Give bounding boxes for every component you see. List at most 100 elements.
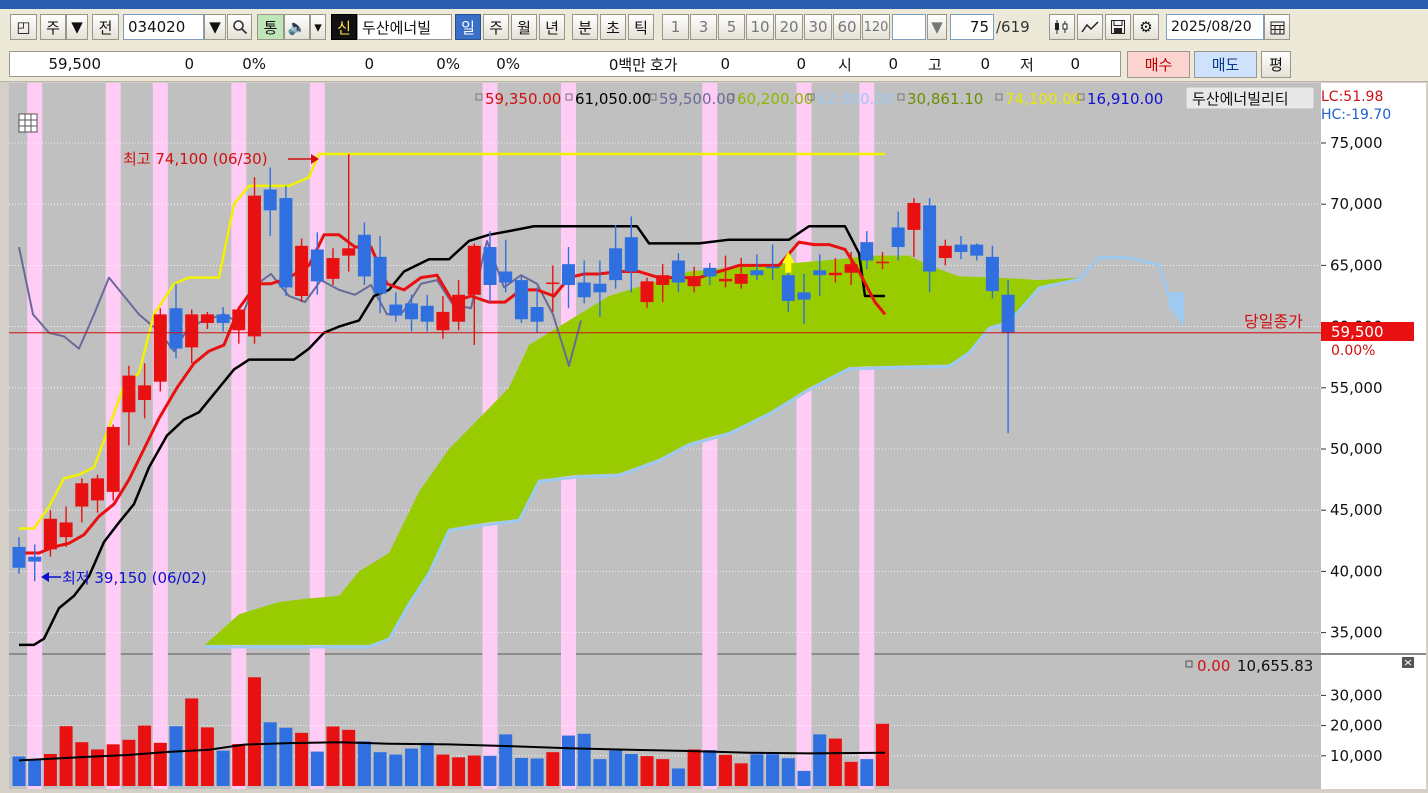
grid-toggle-icon[interactable] bbox=[18, 113, 38, 133]
volume-bar bbox=[153, 742, 167, 786]
lc-value: LC:51.98 bbox=[1321, 89, 1383, 105]
candle-body bbox=[499, 271, 513, 283]
candle-body bbox=[609, 248, 623, 281]
save-icon[interactable] bbox=[1105, 14, 1131, 40]
volume-bar bbox=[106, 744, 120, 786]
volume-bar bbox=[248, 677, 261, 786]
volume-bar bbox=[671, 768, 685, 786]
calendar-icon[interactable] bbox=[1264, 14, 1290, 40]
price-tick-label: 50,000 bbox=[1330, 440, 1383, 458]
tab-year[interactable]: 년 bbox=[539, 14, 565, 40]
highlight-column bbox=[27, 83, 43, 789]
tab-month[interactable]: 월 bbox=[511, 14, 537, 40]
volume-bar bbox=[797, 770, 811, 786]
volume-bar bbox=[59, 726, 73, 786]
new-badge[interactable]: 신 bbox=[331, 14, 357, 40]
volume-bar bbox=[656, 759, 670, 786]
candle-body bbox=[734, 273, 748, 284]
candle-body bbox=[703, 267, 717, 277]
sell-button[interactable]: 매도 bbox=[1194, 51, 1257, 78]
interval-10[interactable]: 10 bbox=[746, 14, 774, 40]
interval-1[interactable]: 1 bbox=[662, 14, 689, 40]
candle-body bbox=[766, 266, 780, 269]
low-label: 저 bbox=[1020, 55, 1034, 74]
highlight-column bbox=[859, 83, 875, 789]
volume-bar bbox=[577, 733, 591, 786]
candle-body bbox=[153, 314, 167, 382]
close-price-value: 59,500 bbox=[1331, 323, 1384, 341]
tab-week[interactable]: 주 bbox=[483, 14, 509, 40]
volume-bar bbox=[860, 759, 874, 786]
tab-tick[interactable]: 틱 bbox=[628, 14, 654, 40]
stock-code-input[interactable]: 034020 bbox=[123, 14, 204, 40]
speaker-icon[interactable]: 🔈 bbox=[284, 14, 310, 40]
period-unit-select[interactable]: 주 bbox=[40, 14, 66, 40]
gear-icon[interactable]: ⚙ bbox=[1133, 14, 1159, 40]
interval-30[interactable]: 30 bbox=[804, 14, 832, 40]
candle-body bbox=[169, 308, 183, 349]
volume-bar bbox=[28, 759, 42, 786]
price-tick-label: 45,000 bbox=[1330, 501, 1383, 519]
interval-5[interactable]: 5 bbox=[718, 14, 745, 40]
price-tick-label: 55,000 bbox=[1330, 379, 1383, 397]
chevron-down-icon[interactable]: ▼ bbox=[66, 14, 88, 40]
volume-bar bbox=[310, 751, 324, 786]
stock-name-field[interactable]: 두산에너빌 bbox=[357, 14, 452, 40]
interval-60[interactable]: 60 bbox=[833, 14, 861, 40]
chart-line-icon[interactable] bbox=[1077, 14, 1103, 40]
candle-body bbox=[546, 282, 560, 285]
price-tick-label: 75,000 bbox=[1330, 134, 1383, 152]
candle-body bbox=[891, 227, 905, 248]
volume-bar bbox=[467, 755, 481, 786]
candle-body bbox=[420, 305, 434, 322]
legend-value: 61,050.00 bbox=[575, 90, 651, 108]
close-price-label: 당일종가 bbox=[1244, 312, 1303, 331]
evaluate-button[interactable]: 평 bbox=[1261, 51, 1291, 78]
custom-interval-input[interactable] bbox=[892, 14, 926, 40]
candle-body bbox=[797, 292, 811, 300]
high-label: 고 bbox=[928, 55, 942, 74]
volume-bar bbox=[687, 749, 701, 786]
candle-body bbox=[860, 242, 874, 261]
tab-day[interactable]: 일 bbox=[455, 14, 481, 40]
buy-button[interactable]: 매수 bbox=[1127, 51, 1190, 78]
candle-body bbox=[248, 195, 261, 337]
close-panel-icon[interactable] bbox=[1402, 657, 1414, 668]
volume-bar bbox=[357, 741, 371, 786]
volume-bar bbox=[813, 734, 827, 786]
prev-button[interactable]: 전 bbox=[92, 14, 119, 40]
candle-body bbox=[91, 478, 104, 501]
candle-body bbox=[295, 245, 309, 296]
chevron-down-icon[interactable]: ▾ bbox=[310, 14, 326, 40]
legend-stock-name: 두산에너빌리티 bbox=[1192, 90, 1289, 108]
search-icon[interactable] bbox=[227, 14, 252, 40]
volume-bar bbox=[436, 754, 450, 786]
interval-3[interactable]: 3 bbox=[690, 14, 717, 40]
interval-120[interactable]: 120 bbox=[862, 14, 890, 40]
volume-bar bbox=[593, 759, 607, 786]
count-input[interactable]: 75 bbox=[950, 14, 994, 40]
window-icon[interactable]: ◰ bbox=[10, 14, 37, 40]
candle-body bbox=[593, 283, 607, 293]
stock-chart[interactable]: 35,00040,00045,00050,00055,00060,00065,0… bbox=[9, 83, 1426, 789]
tab-second[interactable]: 초 bbox=[600, 14, 626, 40]
chevron-down-icon[interactable]: ▼ bbox=[927, 14, 947, 40]
volume-bar bbox=[844, 761, 858, 786]
tab-minute[interactable]: 분 bbox=[572, 14, 598, 40]
volume-bar bbox=[91, 749, 104, 786]
ratio-percent: 0% bbox=[496, 55, 520, 73]
link-button[interactable]: 통 bbox=[257, 14, 284, 40]
volume-bar bbox=[263, 722, 277, 786]
date-input[interactable]: 2025/08/20 bbox=[1166, 14, 1264, 40]
candle-type-icon[interactable] bbox=[1049, 14, 1075, 40]
price-change: 0 bbox=[184, 55, 194, 73]
chevron-down-icon[interactable]: ▼ bbox=[204, 14, 226, 40]
open-label: 시 bbox=[838, 55, 852, 74]
interval-20[interactable]: 20 bbox=[775, 14, 803, 40]
candle-body bbox=[122, 375, 136, 413]
volume-bar bbox=[185, 698, 199, 786]
volume-bar bbox=[876, 723, 889, 786]
volume-bar bbox=[122, 739, 136, 786]
candle-body bbox=[106, 426, 120, 492]
candle-body bbox=[750, 270, 764, 276]
